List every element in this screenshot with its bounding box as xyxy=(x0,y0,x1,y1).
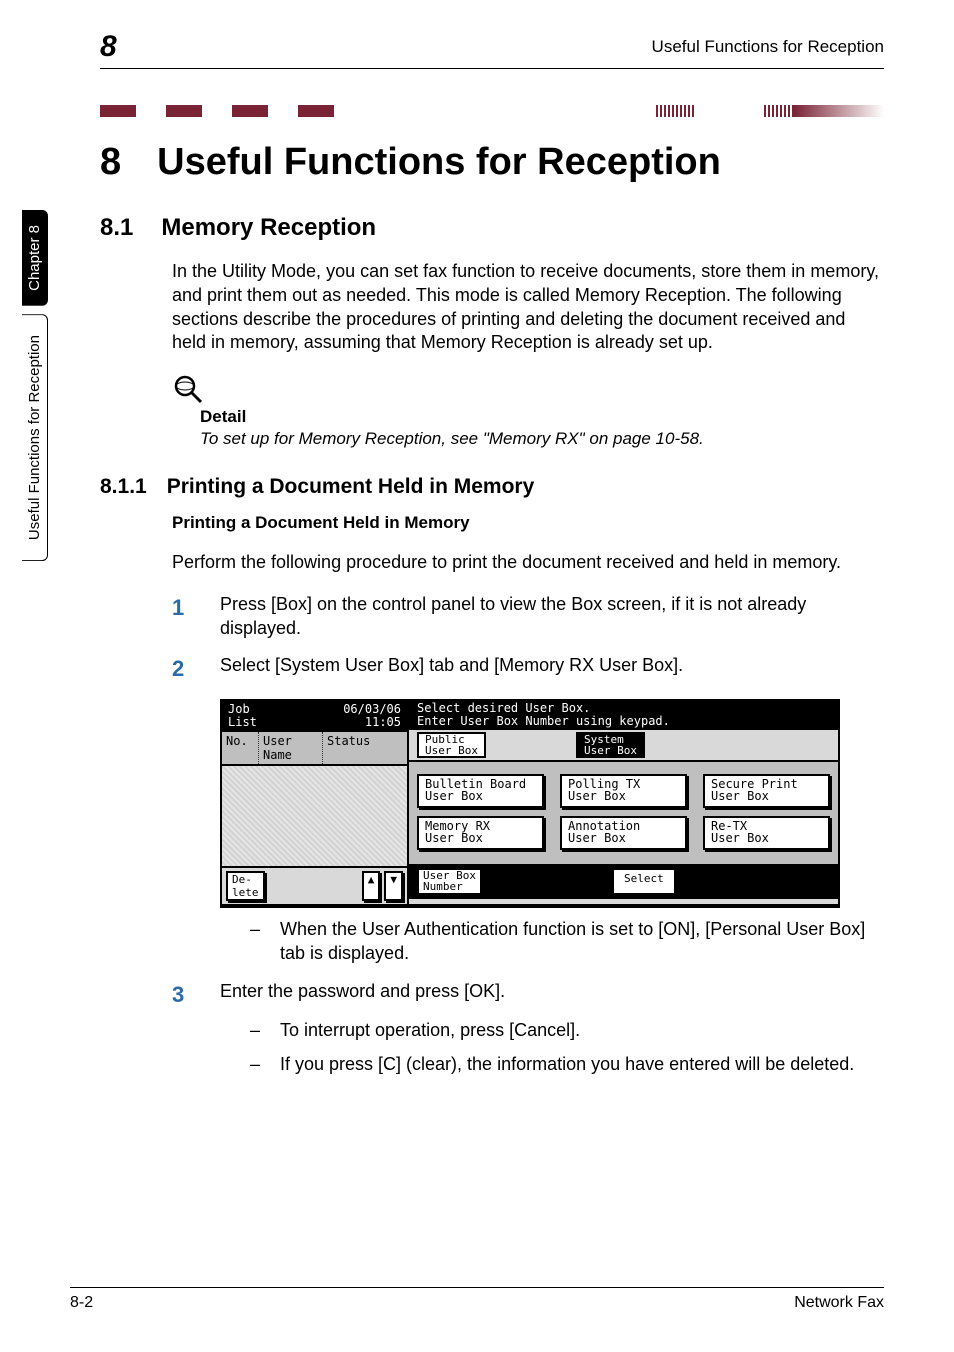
box-annotation[interactable]: Annotation User Box xyxy=(560,816,687,850)
step-1-number: 1 xyxy=(172,593,194,641)
step-2-sub-a-text: When the User Authentication function is… xyxy=(280,918,884,966)
page-header: 8 Useful Functions for Reception xyxy=(100,30,884,69)
step-2-number: 2 xyxy=(172,654,194,683)
box-polling-tx[interactable]: Polling TX User Box xyxy=(560,774,687,808)
bullet-dash: – xyxy=(250,1053,262,1077)
step-3-text: Enter the password and press [OK]. xyxy=(220,980,505,1009)
subsection-title: 8.1.1 Printing a Document Held in Memory xyxy=(100,475,884,499)
magnifier-icon xyxy=(172,373,884,405)
step-1-text: Press [Box] on the control panel to view… xyxy=(220,593,884,641)
step-2: 2 Select [System User Box] tab and [Memo… xyxy=(172,654,884,683)
page-footer: 8-2 Network Fax xyxy=(70,1287,884,1312)
chapter-title: 8 Useful Functions for Reception xyxy=(100,141,884,184)
chapter-title-number: 8 xyxy=(100,141,121,184)
step-2-sub-a: – When the User Authentication function … xyxy=(250,918,884,966)
box-re-tx[interactable]: Re-TX User Box xyxy=(703,816,830,850)
select-button[interactable]: Select xyxy=(612,868,676,895)
delete-button[interactable]: De- lete xyxy=(226,871,265,901)
detail-text: To set up for Memory Reception, see "Mem… xyxy=(200,429,884,449)
subsection-text: Printing a Document Held in Memory xyxy=(167,475,535,499)
procedure-title: Printing a Document Held in Memory xyxy=(172,513,884,533)
decorative-stripes xyxy=(100,105,884,117)
col-user: User Name xyxy=(259,732,323,764)
col-status: Status xyxy=(323,732,407,764)
scroll-up-button[interactable]: ▲ xyxy=(362,871,381,901)
section-title: 8.1 Memory Reception xyxy=(100,214,884,242)
job-list-body xyxy=(222,766,407,866)
footer-doc-title: Network Fax xyxy=(794,1294,884,1312)
bullet-dash: – xyxy=(250,918,262,966)
datetime-label: 06/03/06 11:05 xyxy=(343,703,401,728)
detail-note: Detail To set up for Memory Reception, s… xyxy=(172,373,884,449)
col-no: No. xyxy=(222,732,259,764)
header-running-title: Useful Functions for Reception xyxy=(652,37,884,57)
step-3-sub-a-text: To interrupt operation, press [Cancel]. xyxy=(280,1019,580,1043)
step-3-sub-a: – To interrupt operation, press [Cancel]… xyxy=(250,1019,884,1043)
step-3: 3 Enter the password and press [OK]. xyxy=(172,980,884,1009)
step-1: 1 Press [Box] on the control panel to vi… xyxy=(172,593,884,641)
tab-system-user-box[interactable]: System User Box xyxy=(576,732,645,758)
chapter-title-text: Useful Functions for Reception xyxy=(157,141,721,184)
box-secure-print[interactable]: Secure Print User Box xyxy=(703,774,830,808)
scroll-down-button[interactable]: ▼ xyxy=(384,871,403,901)
device-screen: Job List 06/03/06 11:05 No. User Name St… xyxy=(220,699,840,908)
procedure-intro: Perform the following procedure to print… xyxy=(172,551,884,575)
section-number: 8.1 xyxy=(100,214,133,242)
side-tabs: Chapter 8 Useful Functions for Reception xyxy=(22,210,48,561)
tab-public-user-box[interactable]: Public User Box xyxy=(417,732,486,758)
intro-paragraph: In the Utility Mode, you can set fax fun… xyxy=(172,260,884,355)
box-bulletin-board[interactable]: Bulletin Board User Box xyxy=(417,774,544,808)
user-box-number-button[interactable]: User Box Number xyxy=(417,868,482,895)
box-memory-rx[interactable]: Memory RX User Box xyxy=(417,816,544,850)
side-tab-chapter: Chapter 8 xyxy=(22,210,48,306)
section-text: Memory Reception xyxy=(161,214,376,242)
side-tab-section: Useful Functions for Reception xyxy=(22,314,48,561)
step-3-number: 3 xyxy=(172,980,194,1009)
step-2-text: Select [System User Box] tab and [Memory… xyxy=(220,654,683,683)
detail-label: Detail xyxy=(200,407,884,427)
screen-title-line2: Enter User Box Number using keypad. xyxy=(417,715,830,728)
subsection-number: 8.1.1 xyxy=(100,475,147,499)
bullet-dash: – xyxy=(250,1019,262,1043)
job-list-label: Job List xyxy=(228,703,257,728)
step-3-sub-b-text: If you press [C] (clear), the informatio… xyxy=(280,1053,854,1077)
footer-page-number: 8-2 xyxy=(70,1294,93,1312)
header-chapter-number: 8 xyxy=(100,30,117,64)
step-3-sub-b: – If you press [C] (clear), the informat… xyxy=(250,1053,884,1077)
